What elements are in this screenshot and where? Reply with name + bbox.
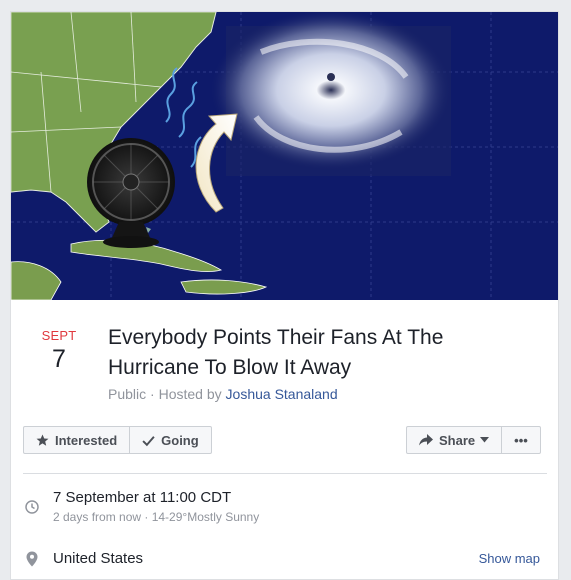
event-date: SEPT 7 xyxy=(33,328,85,374)
cover-illustration xyxy=(11,12,558,300)
section-divider xyxy=(23,473,547,474)
event-card: SEPT 7 Everybody Points Their Fans At Th… xyxy=(10,11,559,580)
event-datetime-subtext: 2 days from now · 14-29°Mostly Sunny xyxy=(53,510,260,524)
share-button-group: Share ••• xyxy=(406,426,541,454)
host-link[interactable]: Joshua Stanaland xyxy=(226,386,338,402)
going-button[interactable]: Going xyxy=(129,427,211,453)
caret-down-icon xyxy=(480,437,490,443)
event-date-day: 7 xyxy=(52,345,66,373)
interested-button[interactable]: Interested xyxy=(24,427,129,453)
check-icon xyxy=(142,434,155,447)
star-icon xyxy=(36,434,49,447)
event-date-month: SEPT xyxy=(41,328,77,343)
location-pin-icon xyxy=(26,551,38,567)
hosted-by-prefix: Hosted by xyxy=(158,386,222,402)
more-options-button[interactable]: ••• xyxy=(501,427,540,453)
meta-separator: · xyxy=(150,386,159,402)
event-title: Everybody Points Their Fans At The Hurri… xyxy=(108,326,444,379)
share-button[interactable]: Share xyxy=(407,427,501,453)
event-meta: Public · Hosted by Joshua Stanaland xyxy=(108,386,338,402)
show-map-link[interactable]: Show map xyxy=(479,551,540,566)
event-cover-image[interactable] xyxy=(11,12,558,300)
interested-label: Interested xyxy=(55,432,118,448)
share-label: Share xyxy=(439,432,476,448)
event-visibility: Public xyxy=(108,386,147,402)
event-datetime: 7 September at 11:00 CDT xyxy=(53,489,232,506)
clock-icon xyxy=(25,500,39,514)
rsvp-button-group: Interested Going xyxy=(23,426,212,454)
share-arrow-icon xyxy=(419,434,433,446)
going-label: Going xyxy=(161,432,199,448)
event-location: United States xyxy=(53,550,144,567)
